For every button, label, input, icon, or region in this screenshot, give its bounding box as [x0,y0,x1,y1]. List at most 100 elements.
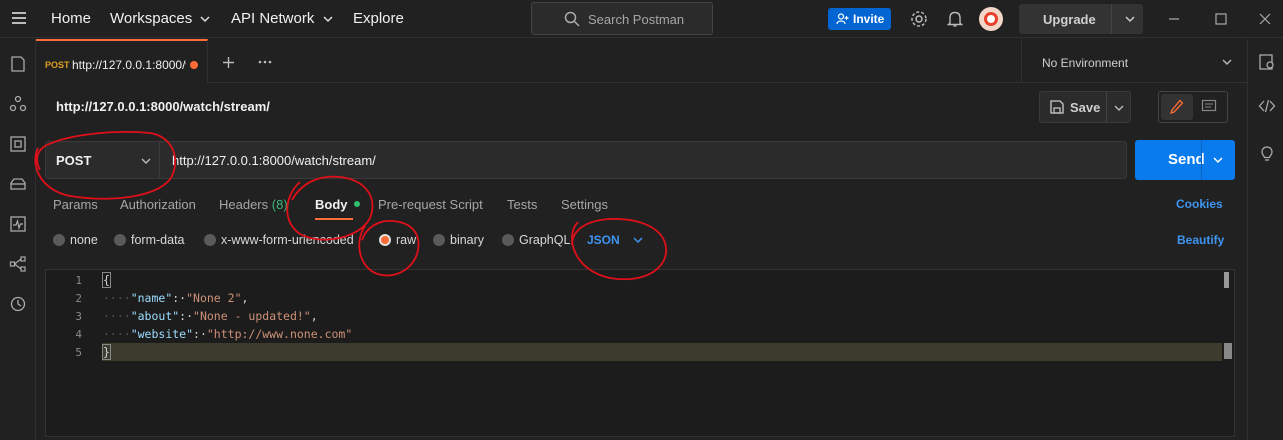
radio-raw-label[interactable]: raw [396,233,416,247]
chevron-down-icon [141,158,151,164]
colon: :· [193,327,207,341]
json-value: "None 2" [186,291,242,305]
more-tabs-ellipsis-icon[interactable] [258,60,272,64]
comma: , [310,309,318,323]
chevron-down-icon[interactable] [1213,156,1223,164]
beautify-link[interactable]: Beautify [1177,233,1224,247]
environment-selector[interactable]: No Environment [1021,39,1247,83]
environment-quick-look-icon[interactable] [1258,53,1276,71]
flows-icon[interactable] [9,255,27,273]
view-toggle-group [1158,91,1228,123]
save-label: Save [1070,100,1101,115]
request-tab[interactable]: POST http://127.0.0.1:8000/watch/stream/ [36,39,208,83]
save-button[interactable]: Save [1039,91,1131,123]
close-icon[interactable] [1259,13,1271,25]
request-title[interactable]: http://127.0.0.1:8000/watch/stream/ [56,99,270,114]
tab-body[interactable]: Body [315,197,361,212]
tab-prerequest-script[interactable]: Pre-request Script [378,197,483,212]
url-value: http://127.0.0.1:8000/watch/stream/ [172,153,376,168]
line-number: 3 [75,310,82,323]
json-key: "about" [130,309,180,323]
radio-urlencoded[interactable] [204,234,216,246]
tab-body-label: Body [315,197,348,212]
lightbulb-icon[interactable] [1258,145,1276,163]
unsaved-dot-icon [190,61,198,69]
maximize-icon[interactable] [1215,13,1227,25]
chevron-down-icon[interactable] [1114,104,1124,112]
line-number: 2 [75,292,82,305]
cookies-link[interactable]: Cookies [1176,197,1223,211]
annotation-circle-raw [358,220,420,277]
format-dropdown[interactable]: JSON [587,233,643,247]
colon: :· [172,291,187,305]
upgrade-button[interactable]: Upgrade [1019,4,1143,34]
radio-urlencoded-label[interactable]: x-www-form-urlencoded [221,233,354,247]
notification-bell-icon[interactable] [947,10,963,28]
radio-none[interactable] [53,234,65,246]
apis-icon[interactable] [9,95,27,113]
url-input[interactable]: http://127.0.0.1:8000/watch/stream/ [160,141,1127,179]
headers-count-badge: (8) [271,197,288,212]
chevron-down-icon [323,16,333,23]
tab-authorization[interactable]: Authorization [120,197,196,212]
body-active-dot-icon [354,201,361,207]
send-button[interactable]: Send [1135,140,1235,180]
left-sidebar [0,39,36,440]
save-icon [1050,100,1064,114]
history-icon[interactable] [9,295,27,313]
send-separator [1201,140,1202,180]
request-tab-bar: POST http://127.0.0.1:8000/watch/stream/… [36,39,1247,83]
upgrade-label: Upgrade [1043,12,1096,27]
new-tab-plus-icon[interactable] [222,56,235,69]
line-number: 1 [75,274,82,287]
radio-form-data-label[interactable]: form-data [131,233,185,247]
close-brace: } [102,344,111,360]
collections-icon[interactable] [9,55,27,73]
radio-graphql-label[interactable]: GraphQL [519,233,570,247]
settings-gear-icon[interactable] [910,10,928,28]
environments-icon[interactable] [9,135,27,153]
indent-dots: ···· [103,291,131,305]
colon: :· [179,309,194,323]
code-icon[interactable] [1258,97,1276,115]
editor-scrollbar[interactable] [1224,272,1229,288]
nav-api-network[interactable]: API Network [231,10,333,27]
hamburger-menu-icon[interactable] [12,12,26,24]
comments-icon[interactable] [1201,99,1217,115]
radio-form-data[interactable] [114,234,126,246]
monitors-icon[interactable] [9,215,27,233]
radio-graphql[interactable] [502,234,514,246]
scrollbar-cursor-marker [1224,343,1232,359]
nav-workspaces[interactable]: Workspaces [110,10,210,27]
radio-binary-label[interactable]: binary [450,233,484,247]
json-value: "None - updated!" [193,309,311,323]
code-line: { [102,272,111,288]
search-input[interactable]: Search Postman [531,2,713,35]
avatar[interactable] [979,7,1003,31]
invite-button[interactable]: Invite [828,8,891,30]
radio-none-label[interactable]: none [70,233,98,247]
body-code-editor[interactable]: 1 2 3 4 5 { ····"name":·"None 2", ····"a… [45,269,1235,437]
top-bar: Home Workspaces API Network Explore Sear… [0,0,1283,38]
tab-headers[interactable]: Headers (8) [219,197,288,212]
method-dropdown[interactable]: POST [45,141,160,179]
indent-dots: ···· [103,309,131,323]
format-label: JSON [587,233,620,247]
edit-mode-button[interactable] [1161,94,1193,120]
add-user-icon [836,13,849,25]
tab-settings[interactable]: Settings [561,197,608,212]
open-brace: { [102,272,111,288]
search-placeholder: Search Postman [588,12,685,27]
minimize-icon[interactable] [1168,14,1180,24]
nav-home[interactable]: Home [51,10,91,27]
json-value: "http://www.none.com" [206,327,353,341]
tab-tests[interactable]: Tests [507,197,537,212]
tab-headers-label: Headers [219,197,269,212]
chevron-down-icon[interactable] [1125,15,1135,23]
comma: , [241,291,249,305]
radio-binary[interactable] [433,234,445,246]
mock-servers-icon[interactable] [9,175,27,193]
nav-explore[interactable]: Explore [353,10,404,27]
tab-params[interactable]: Params [53,197,98,212]
radio-raw[interactable] [379,234,391,246]
